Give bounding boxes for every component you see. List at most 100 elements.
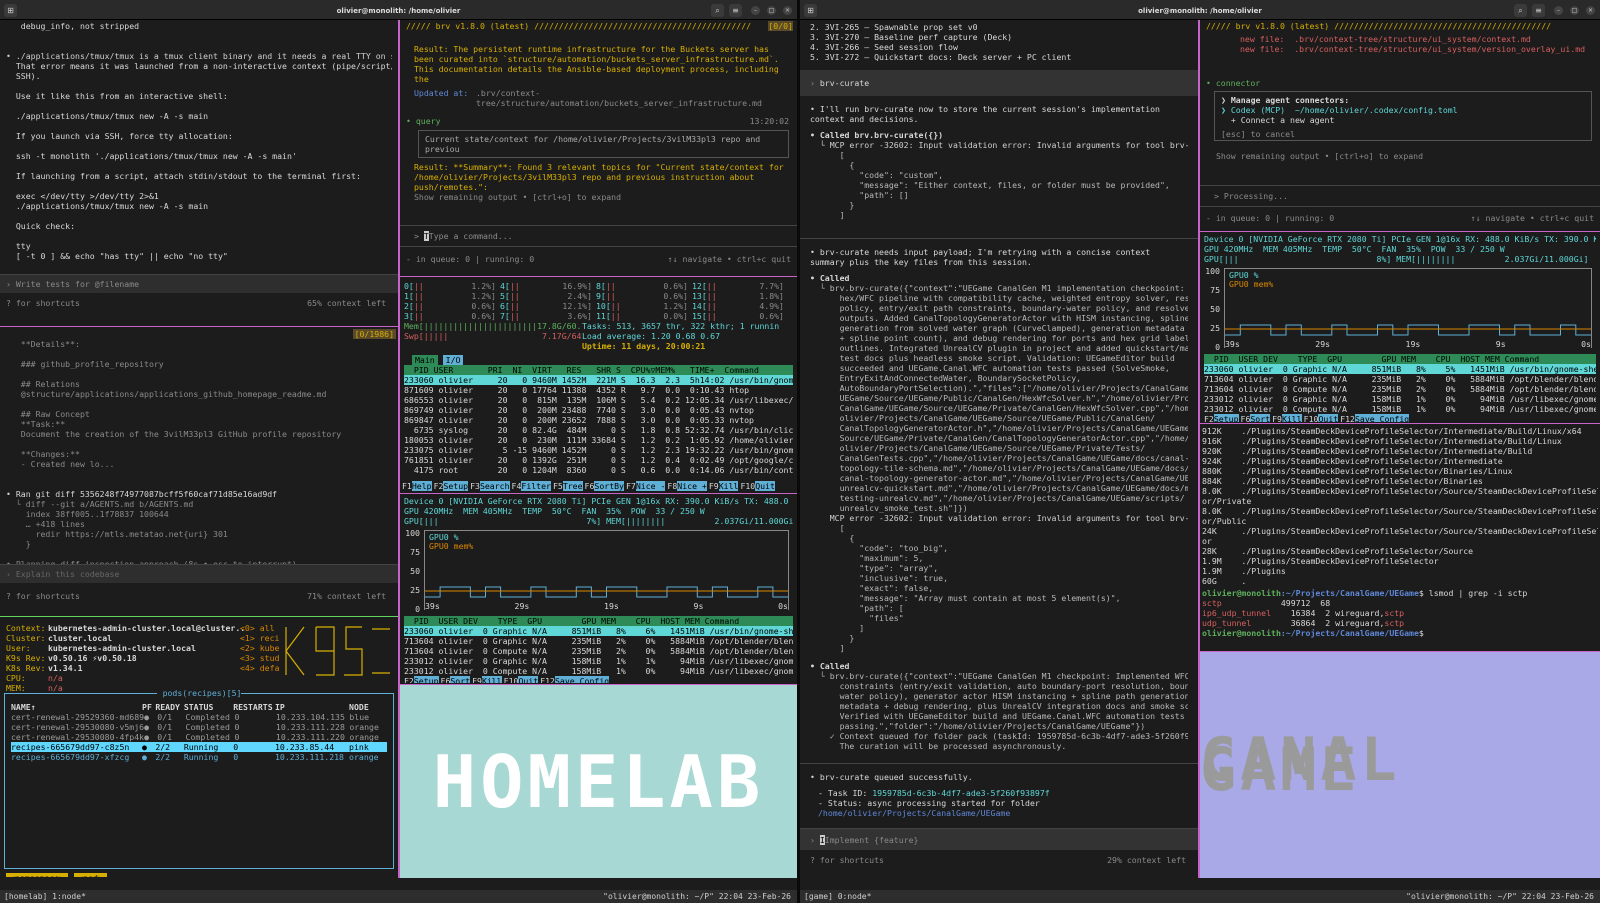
- brv-pane[interactable]: ///// brv v1.8.0 (latest) //////////////…: [400, 20, 797, 275]
- minimize-icon[interactable]: –: [751, 6, 760, 15]
- k9s-crumb[interactable]: <namespace>: [6, 873, 69, 877]
- fkey-filter-button[interactable]: Filter: [521, 481, 551, 491]
- fkey-quit-button[interactable]: Quit: [518, 676, 539, 683]
- htop-process-list[interactable]: 233060 olivier 20 0 9460M 1452M 221M S 1…: [400, 375, 797, 475]
- brv-pane[interactable]: ///// brv v1.8.0 (latest) //////////////…: [1200, 20, 1600, 230]
- nvtop-process-row[interactable]: 233012 olivier 0 Compute N/A 158MiB 1% 0…: [404, 666, 793, 676]
- fkey-sortby-button[interactable]: SortBy: [594, 481, 624, 491]
- shell-prompt[interactable]: olivier@monolith:~/Projects/CanalGame/UE…: [1200, 628, 1600, 638]
- codex-chat-pane[interactable]: 2. 3VI-265 — Spawnable prop set v0 3. 3VI…: [800, 20, 1198, 878]
- show-output[interactable]: Show remaining output • [ctrl+o] to expa…: [400, 192, 797, 202]
- minimize-icon[interactable]: –: [1554, 6, 1563, 15]
- maximize-icon[interactable]: □: [1570, 6, 1579, 15]
- k9s-column-header[interactable]: NAME↑: [11, 702, 142, 712]
- shell-pane[interactable]: 912K ./Plugins/SteamDeckDeviceProfileSel…: [1200, 424, 1600, 650]
- fkey-sort-button[interactable]: Sort: [450, 676, 471, 683]
- fkey-help-button[interactable]: Help: [411, 481, 432, 491]
- search-icon[interactable]: ⌕: [711, 4, 724, 17]
- nvtop-function-keys[interactable]: F2Setup F6Sort F9Kill F10Quit F12Save Config: [404, 676, 793, 683]
- tab-io[interactable]: I/O: [442, 355, 464, 365]
- nvtop-process-table[interactable]: PID USER DEV TYPE GPU GPU MEM CPU HOST M…: [404, 616, 793, 683]
- nvtop-process-row[interactable]: 233012 olivier 0 Graphic N/A 158MiB 1% 0…: [1204, 394, 1596, 404]
- fkey-quit-button[interactable]: Quit: [755, 481, 775, 491]
- nvtop-pane[interactable]: Device 0 [NVIDIA GeForce RTX 2080 Ti] PC…: [1200, 232, 1600, 422]
- fkey-setup-button[interactable]: Setup: [1213, 414, 1239, 422]
- k9s-column-header[interactable]: PF: [142, 702, 155, 712]
- connect-agent-item[interactable]: + Connect a new agent: [1221, 115, 1585, 125]
- close-icon[interactable]: ×: [783, 6, 792, 15]
- nvtop-process-row[interactable]: 713604 olivier 0 Compute N/A 235MiB 2% 0…: [1204, 384, 1596, 394]
- fkey-kill-button[interactable]: Kill: [481, 676, 502, 683]
- k9s-pod-row[interactable]: cert-renewal-29529360-md689 ● 0/1 Completed…: [11, 712, 387, 722]
- fkey-setup-button[interactable]: Setup: [443, 481, 469, 491]
- nvtop-process-row[interactable]: 713604 olivier 0 Graphic N/A 235MiB 2% 0…: [1204, 374, 1596, 384]
- htop-function-keys[interactable]: F1Help F2Setup F3Search F4Filter F5Tree F6Sor…: [400, 481, 797, 491]
- htop-column-header[interactable]: PID USER PRI NI VIRT RES SHR S CPU%▽MEM%…: [404, 365, 793, 375]
- k9s-pane[interactable]: Context: kubernetes-admin-cluster.local@c…: [0, 617, 398, 877]
- nvtop-process-table[interactable]: PID USER DEV TYPE GPU GPU MEM CPU HOST M…: [1204, 354, 1596, 422]
- menu-icon[interactable]: ≡: [1532, 4, 1545, 17]
- codex-chat-pane-top[interactable]: debug_info, not stripped • ./applications…: [0, 20, 398, 325]
- fkey-nice-button[interactable]: Nice +: [677, 481, 707, 491]
- nvtop-process-row[interactable]: 713604 olivier 0 Compute N/A 235MiB 2% 0…: [404, 646, 793, 656]
- htop-pane[interactable]: 0[|| 1.2%] 4[|| 16.9%] 8[|| 0.6%] 12[|| 7.7%] 1[…: [400, 277, 797, 492]
- chat-input[interactable]: › IImplement {feature}: [800, 828, 1198, 850]
- htop-process-row[interactable]: 6735 syslog 20 0 82.4G 484M 0 S 1.8 0.8 …: [404, 425, 793, 435]
- nvtop-process-row[interactable]: 233060 olivier 0 Graphic N/A 851MiB 8% 6…: [404, 626, 793, 636]
- show-output[interactable]: Show remaining output • [ctrl+o] to expa…: [1200, 141, 1600, 161]
- search-icon[interactable]: ⌕: [1514, 4, 1527, 17]
- connector-dialog[interactable]: ❯ Manage agent connectors: ❯ Codex (MCP)…: [1214, 91, 1592, 141]
- k9s-column-header[interactable]: READY: [155, 702, 183, 712]
- k9s-pods-table[interactable]: pods(recipes)[5] NAME↑ PF READY STATUS RESTA…: [4, 688, 394, 869]
- htop-process-row[interactable]: 180053 olivier 20 0 230M 111M 33684 S 1.…: [404, 435, 793, 445]
- maximize-icon[interactable]: □: [767, 6, 776, 15]
- k9s-column-header[interactable]: IP: [275, 702, 349, 712]
- k9s-pod-row[interactable]: recipes-665679dd97-xfzcg ● 2/2 Running 0 10.2…: [11, 752, 387, 762]
- htop-process-row[interactable]: 869749 olivier 20 0 200M 23488 7740 S 3.…: [404, 405, 793, 415]
- right-terminal[interactable]: 2. 3VI-265 — Spawnable prop set v0 3. 3VI…: [800, 20, 1600, 890]
- k9s-pod-row[interactable]: recipes-665679dd97-c8z5n ● 2/2 Running 0 10.2…: [11, 742, 387, 752]
- nvtop-column-header[interactable]: PID USER DEV TYPE GPU GPU MEM CPU HOST M…: [404, 616, 793, 626]
- tmux-session[interactable]: [game] 0:node*: [804, 890, 871, 903]
- htop-process-row[interactable]: 686553 olivier 20 0 815M 135M 106M S 5.4…: [404, 395, 793, 405]
- fkey-saveconfig-button[interactable]: Save Config: [554, 676, 610, 683]
- nvtop-column-header[interactable]: PID USER DEV TYPE GPU GPU MEM CPU HOST M…: [1204, 354, 1596, 364]
- chat-input[interactable]: › Explain this codebase: [0, 564, 398, 583]
- left-terminal[interactable]: debug_info, not stripped • ./applications…: [0, 20, 797, 890]
- fkey-search-button[interactable]: Search: [479, 481, 510, 491]
- fkey-setup-button[interactable]: Setup: [413, 676, 439, 683]
- close-icon[interactable]: ×: [1586, 6, 1595, 15]
- htop-process-row[interactable]: 233060 olivier 20 0 9460M 1452M 221M S 1…: [404, 375, 793, 385]
- k9s-pod-row[interactable]: cert-renewal-29530080-v5mj6 ● 0/1 Completed…: [11, 722, 387, 732]
- fkey-quit-button[interactable]: Quit: [1318, 414, 1339, 422]
- nvtop-function-keys[interactable]: F2Setup F6Sort F9Kill F10Quit F12Save Config: [1204, 414, 1596, 422]
- fkey-nice-button[interactable]: Nice -: [635, 481, 666, 491]
- tab-main[interactable]: Main: [412, 355, 438, 365]
- chat-input[interactable]: › Write tests for @filename: [0, 274, 398, 293]
- k9s-pod-row[interactable]: cert-renewal-29530080-4fp4k ● 0/1 Completed…: [11, 732, 387, 742]
- codex-chat-pane-mid[interactable]: [0/1986] **Details**: ### github_profile…: [0, 327, 398, 615]
- nvtop-pane[interactable]: Device 0 [NVIDIA GeForce RTX 2080 Ti] PC…: [400, 494, 797, 683]
- htop-process-row[interactable]: 233075 olivier 5 -15 9460M 1452M 0 S 1.2…: [404, 445, 793, 455]
- htop-process-row[interactable]: 4175 root 20 0 1204M 8360 0 S 0.6 0.0 0:…: [404, 465, 793, 475]
- fkey-kill-button[interactable]: Kill: [1281, 414, 1302, 422]
- nvtop-process-row[interactable]: 233060 olivier 0 Graphic N/A 851MiB 8% 5…: [1204, 364, 1596, 374]
- nvtop-process-row[interactable]: 233012 olivier 0 Compute N/A 158MiB 1% 0…: [1204, 404, 1596, 414]
- tmux-session[interactable]: [homelab] 1:node*: [4, 890, 86, 903]
- nvtop-process-row[interactable]: 713604 olivier 0 Graphic N/A 235MiB 2% 0…: [404, 636, 793, 646]
- k9s-column-header[interactable]: RESTARTS: [233, 702, 275, 712]
- k9s-column-header[interactable]: NODE: [349, 702, 387, 712]
- htop-process-row[interactable]: 871609 olivier 20 0 17764 11388 4352 R 9…: [404, 385, 793, 395]
- htop-process-row[interactable]: 761851 olivier 20 0 1392G 251M 0 S 1.2 0…: [404, 455, 793, 465]
- command-input[interactable]: > TType a command...: [414, 231, 513, 241]
- fkey-kill-button[interactable]: Kill: [718, 481, 739, 491]
- fkey-sort-button[interactable]: Sort: [1250, 414, 1271, 422]
- fkey-tree-button[interactable]: Tree: [562, 481, 583, 491]
- htop-process-row[interactable]: 869847 olivier 20 0 200M 23652 7888 S 3.…: [404, 415, 793, 425]
- fkey-saveconfig-button[interactable]: Save Config: [1354, 414, 1410, 422]
- k9s-crumb[interactable]: <pod>: [74, 873, 107, 877]
- k9s-column-header[interactable]: STATUS: [184, 702, 233, 712]
- menu-icon[interactable]: ≡: [729, 4, 742, 17]
- codex-connector-item[interactable]: ❯ Codex (MCP) ~/home/olivier/.codex/conf…: [1221, 105, 1585, 115]
- nvtop-process-row[interactable]: 233012 olivier 0 Graphic N/A 158MiB 1% 1…: [404, 656, 793, 666]
